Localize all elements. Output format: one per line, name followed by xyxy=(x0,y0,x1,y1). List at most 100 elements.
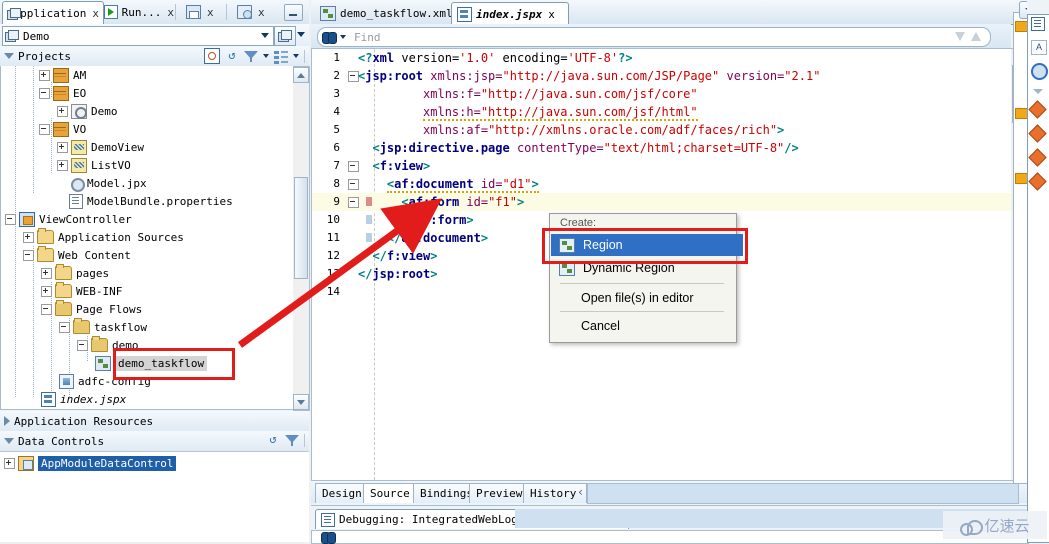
tree-node-label: ViewController xyxy=(39,212,132,226)
data-controls-title: Data Controls xyxy=(18,434,105,448)
tree-node-viewcontroller[interactable]: ViewController xyxy=(1,210,294,228)
expander-minus-icon[interactable] xyxy=(41,303,52,315)
scroll-up-button[interactable] xyxy=(293,67,309,83)
refresh-icon[interactable]: ↺ xyxy=(266,433,280,447)
tree-node-web-content[interactable]: Web Content xyxy=(1,246,294,264)
data-controls-header[interactable]: Data Controls ↺ xyxy=(0,431,309,452)
search-icon[interactable] xyxy=(204,48,220,64)
tab-save[interactable]: x xyxy=(182,1,230,23)
diamond-marker-icon[interactable] xyxy=(1028,124,1047,143)
application-resources-header[interactable]: Application Resources xyxy=(0,411,309,432)
chevron-down-icon xyxy=(261,33,269,38)
tree-node-demo-eo[interactable]: Demo xyxy=(1,102,294,120)
expander-plus-icon[interactable] xyxy=(41,267,52,279)
expander-plus-icon[interactable] xyxy=(57,159,68,171)
tab-database-close[interactable]: x xyxy=(258,6,265,19)
tree-node-application-sources[interactable]: Application Sources xyxy=(1,228,294,246)
projects-header[interactable]: Projects ↺ xyxy=(0,46,309,67)
tree-node-label: pages xyxy=(76,266,110,280)
chevron-down-icon[interactable] xyxy=(293,54,299,58)
expander-minus-icon[interactable] xyxy=(77,339,88,351)
code-line: 6 <jsp:directive.page contentType="text/… xyxy=(312,139,1012,157)
cloud-icon xyxy=(960,519,984,536)
diamond-marker-icon[interactable] xyxy=(1028,148,1047,167)
line-number: 7 xyxy=(333,159,340,172)
editor-view-tabs: Design Source Bindings Preview History ‹ xyxy=(311,481,1027,504)
tree-scrollbar[interactable] xyxy=(293,66,310,411)
tree-node-web-inf[interactable]: WEB-INF xyxy=(1,282,294,300)
expander-minus-icon[interactable] xyxy=(39,87,50,99)
tab-preview-label: Preview xyxy=(476,487,523,500)
expander-plus-icon[interactable] xyxy=(57,105,68,117)
menu-item-open-files-label: Open file(s) in editor xyxy=(581,291,694,305)
menu-item-cancel-label: Cancel xyxy=(581,319,620,333)
tree-node-page-flows[interactable]: Page Flows xyxy=(1,300,294,318)
tree-node-am[interactable]: AM xyxy=(1,66,294,84)
datacontrol-row[interactable]: AppModuleDataControl xyxy=(0,454,309,472)
editor-tab-demo-taskflow-xml[interactable]: demo_taskflow.xml x xyxy=(315,2,465,24)
tab-database[interactable]: x xyxy=(233,1,283,23)
diamond-marker-icon[interactable] xyxy=(1028,100,1047,119)
chevron-down-icon[interactable] xyxy=(263,54,269,58)
letter-a-icon[interactable]: A xyxy=(1031,40,1047,55)
line-number: 2 xyxy=(333,69,340,82)
run-icon xyxy=(104,5,118,19)
scroll-down-button[interactable] xyxy=(293,394,309,410)
tree-node-pages[interactable]: pages xyxy=(1,264,294,282)
diamond-marker-icon[interactable] xyxy=(1028,172,1047,191)
code-text: <af:document id="d1"> xyxy=(386,177,539,193)
expander-minus-icon[interactable] xyxy=(23,249,34,261)
expander-plus-icon[interactable] xyxy=(57,141,68,153)
folder-icon xyxy=(37,246,54,262)
find-input[interactable]: Find xyxy=(317,27,991,47)
expander-plus-icon[interactable] xyxy=(4,457,15,469)
minimize-panel-button[interactable] xyxy=(284,4,303,21)
tree-node-demoview[interactable]: DemoView xyxy=(1,138,294,156)
menu-item-cancel[interactable]: Cancel xyxy=(551,315,743,337)
chevron-down-icon[interactable] xyxy=(340,35,346,39)
code-text: <jsp:root xmlns:jsp="http://java.sun.com… xyxy=(358,69,821,83)
project-chooser: Demo xyxy=(0,24,309,47)
project-combo[interactable]: Demo xyxy=(2,26,274,46)
taskflow-icon xyxy=(95,355,111,371)
line-number: 8 xyxy=(333,177,340,190)
group-by-icon[interactable] xyxy=(274,49,288,63)
line-number: 6 xyxy=(333,141,340,154)
folder-icon xyxy=(91,336,108,352)
tree-node-listvo[interactable]: ListVO xyxy=(1,156,294,174)
tab-application[interactable]: Application x xyxy=(2,1,104,26)
tab-application-close[interactable]: x xyxy=(92,7,99,20)
tab-save-close[interactable]: x xyxy=(207,6,214,19)
tree-node-taskflow[interactable]: taskflow xyxy=(1,318,294,336)
project-options-button[interactable] xyxy=(274,26,296,46)
tree-node-modelbundle[interactable]: ModelBundle.properties xyxy=(1,192,294,210)
tree-node-model-jpx[interactable]: Model.jpx xyxy=(1,174,294,192)
chevron-down-icon[interactable] xyxy=(297,32,305,37)
scrollbar-thumb[interactable] xyxy=(294,177,308,279)
editor-tab-close[interactable]: x xyxy=(548,8,555,21)
chevron-up-icon xyxy=(297,73,305,78)
menu-item-open-files[interactable]: Open file(s) in editor xyxy=(551,287,743,309)
tree-node-eo[interactable]: EO xyxy=(1,84,294,102)
expander-plus-icon[interactable] xyxy=(39,69,50,81)
tab-run[interactable]: Run... x xyxy=(100,1,178,23)
filter-icon[interactable] xyxy=(285,433,299,447)
tree-node-vo[interactable]: VO xyxy=(1,120,294,138)
expander-plus-icon[interactable] xyxy=(23,231,34,243)
tree-node-index-jspx[interactable]: index.jspx xyxy=(1,390,294,408)
tab-run-close[interactable]: x xyxy=(167,6,174,19)
expander-minus-icon[interactable] xyxy=(59,321,70,333)
expander-plus-icon[interactable] xyxy=(41,285,52,297)
chevron-down-icon[interactable] xyxy=(1031,85,1045,98)
expander-minus-icon[interactable] xyxy=(5,213,16,225)
expander-minus-icon[interactable] xyxy=(39,123,50,135)
globe-icon[interactable] xyxy=(1031,63,1048,80)
chevron-left-icon[interactable]: ‹ xyxy=(577,485,584,499)
filter-icon[interactable] xyxy=(244,49,258,63)
find-next-icon[interactable] xyxy=(953,30,966,44)
tree-node-label: AM xyxy=(73,68,87,82)
find-previous-icon[interactable] xyxy=(969,30,982,44)
component-palette-icon[interactable] xyxy=(1031,17,1045,31)
tree-node-label: index.jspx xyxy=(60,392,127,406)
refresh-icon[interactable]: ↺ xyxy=(225,49,239,63)
